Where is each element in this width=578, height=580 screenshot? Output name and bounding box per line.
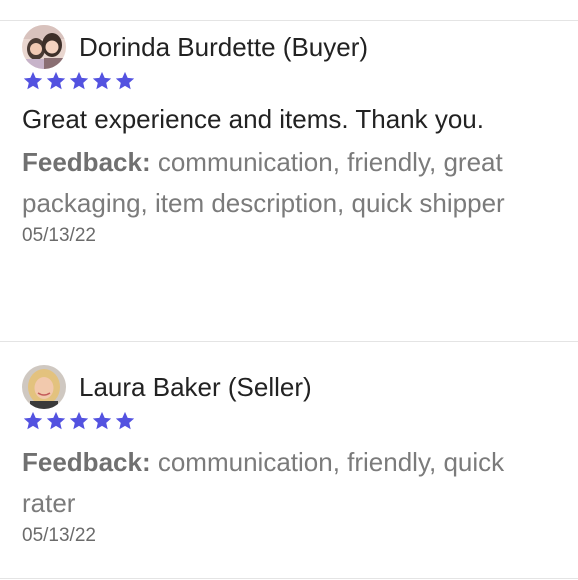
review-card: Dorinda Burdette (Buyer) Great experienc… <box>22 24 562 248</box>
reviewer-name[interactable]: Laura Baker (Seller) <box>79 372 312 402</box>
review-comment: Great experience and items. Thank you. <box>22 104 484 134</box>
review-divider <box>0 341 578 342</box>
feedback-tags: Feedback: communication, friendly, great… <box>22 142 562 224</box>
group-selfie-avatar-icon <box>22 25 66 69</box>
reviewer-name[interactable]: Dorinda Burdette (Buyer) <box>79 32 368 62</box>
star-icon <box>23 411 43 430</box>
star-icon <box>23 71 43 90</box>
feedback-label: Feedback: <box>22 147 151 177</box>
review-card: Laura Baker (Seller) Feedback: communica… <box>22 364 562 548</box>
star-icon <box>69 411 89 430</box>
review-date: 05/13/22 <box>22 225 96 246</box>
star-rating <box>22 410 562 432</box>
star-icon <box>46 411 66 430</box>
feedback-label: Feedback: <box>22 447 151 477</box>
star-rating <box>22 70 562 92</box>
star-icon <box>115 411 135 430</box>
review-header: Dorinda Burdette (Buyer) <box>22 24 562 70</box>
star-icon <box>115 71 135 90</box>
star-icon <box>69 71 89 90</box>
review-header: Laura Baker (Seller) <box>22 364 562 410</box>
star-icon <box>92 71 112 90</box>
star-icon <box>46 71 66 90</box>
bottom-divider <box>0 578 578 579</box>
review-date: 05/13/22 <box>22 525 96 546</box>
blonde-woman-avatar-icon <box>22 365 66 409</box>
top-divider <box>0 20 578 21</box>
feedback-tags: Feedback: communication, friendly, quick… <box>22 442 562 524</box>
reviewer-avatar[interactable] <box>22 25 66 69</box>
star-icon <box>92 411 112 430</box>
reviewer-avatar[interactable] <box>22 365 66 409</box>
